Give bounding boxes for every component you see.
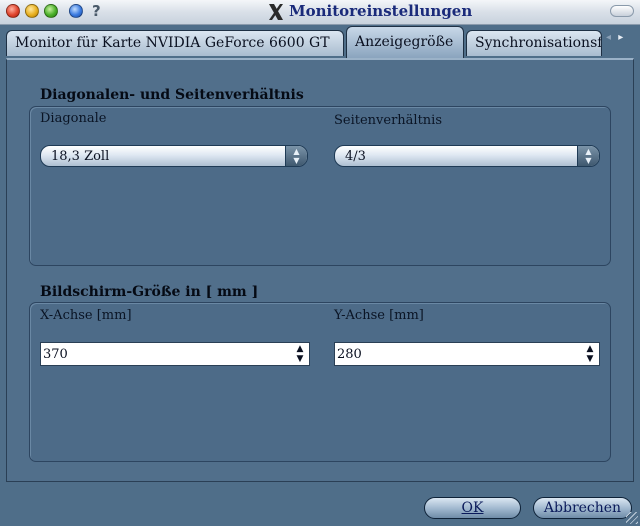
title-bar[interactable]: ? Monitoreinstellungen <box>0 0 640 25</box>
y-axis-spin-arrows[interactable]: ▲ ▼ <box>584 344 596 364</box>
y-axis-spin-up-icon[interactable]: ▲ <box>584 344 596 354</box>
aspect-ratio-dropdown-arrows-icon[interactable]: ▲ ▼ <box>577 146 599 166</box>
tab-scroll-right-icon[interactable]: ▸ <box>618 32 623 43</box>
x-axis-spinbox[interactable]: ▲ ▼ <box>40 342 310 366</box>
y-axis-spinbox[interactable]: ▲ ▼ <box>334 342 600 366</box>
cancel-button[interactable]: Abbrechen <box>533 497 632 519</box>
toolbar-toggle-button[interactable] <box>610 5 634 17</box>
help-button[interactable]: ? <box>92 2 101 20</box>
aspect-ratio-label: Seitenverhältnis <box>334 113 443 128</box>
x-axis-spin-up-icon[interactable]: ▲ <box>294 344 306 354</box>
x-logo-icon <box>269 4 283 20</box>
tab-monitor[interactable]: Monitor für Karte NVIDIA GeForce 6600 GT <box>6 30 344 56</box>
y-axis-label: Y-Achse [mm] <box>334 308 424 323</box>
x-axis-label: X-Achse [mm] <box>40 308 132 323</box>
y-axis-input[interactable] <box>337 347 577 362</box>
tab-scroll-left-icon[interactable]: ◂ <box>606 32 611 43</box>
ok-button[interactable]: OK <box>424 497 521 519</box>
minimize-window-button[interactable] <box>25 4 39 18</box>
window-title: Monitoreinstellungen <box>289 2 473 20</box>
size-group: X-Achse [mm] Y-Achse [mm] ▲ ▼ ▲ ▼ <box>29 302 611 462</box>
diagonal-value: 18,3 Zoll <box>51 149 110 164</box>
size-section-title: Bildschirm-Größe in [ mm ] <box>40 284 259 300</box>
cancel-button-label: Abbrechen <box>543 500 622 516</box>
monitor-settings-window: ? Monitoreinstellungen Monitor für Karte… <box>0 0 640 526</box>
diagonal-dropdown-arrows-icon[interactable]: ▲ ▼ <box>285 146 307 166</box>
shade-window-button[interactable] <box>69 4 83 18</box>
diagonal-label: Diagonale <box>40 111 107 126</box>
aspect-ratio-value: 4/3 <box>345 149 366 164</box>
tab-bar: Monitor für Karte NVIDIA GeForce 6600 GT… <box>0 24 640 60</box>
close-window-button[interactable] <box>6 4 20 18</box>
resize-grip[interactable] <box>626 512 638 524</box>
y-axis-spin-down-icon[interactable]: ▼ <box>584 354 596 364</box>
tab-display-size[interactable]: Anzeigegröße <box>346 26 464 58</box>
tab-synchronization[interactable]: Synchronisationsf <box>466 30 602 56</box>
x-axis-input[interactable] <box>43 347 283 362</box>
diagonal-group: Diagonale Seitenverhältnis 18,3 Zoll ▲ ▼ … <box>29 106 611 266</box>
diagonal-section-title: Diagonalen- und Seitenverhältnis <box>40 87 304 103</box>
aspect-ratio-combobox[interactable]: 4/3 ▲ ▼ <box>334 145 600 167</box>
ok-button-label: OK <box>461 500 484 516</box>
x-axis-spin-down-icon[interactable]: ▼ <box>294 354 306 364</box>
maximize-window-button[interactable] <box>44 4 58 18</box>
x-axis-spin-arrows[interactable]: ▲ ▼ <box>294 344 306 364</box>
tab-scroll-arrows: ◂ ▸ <box>604 32 625 43</box>
diagonal-combobox[interactable]: 18,3 Zoll ▲ ▼ <box>40 145 308 167</box>
display-size-panel: Diagonalen- und Seitenverhältnis Diagona… <box>6 58 634 482</box>
